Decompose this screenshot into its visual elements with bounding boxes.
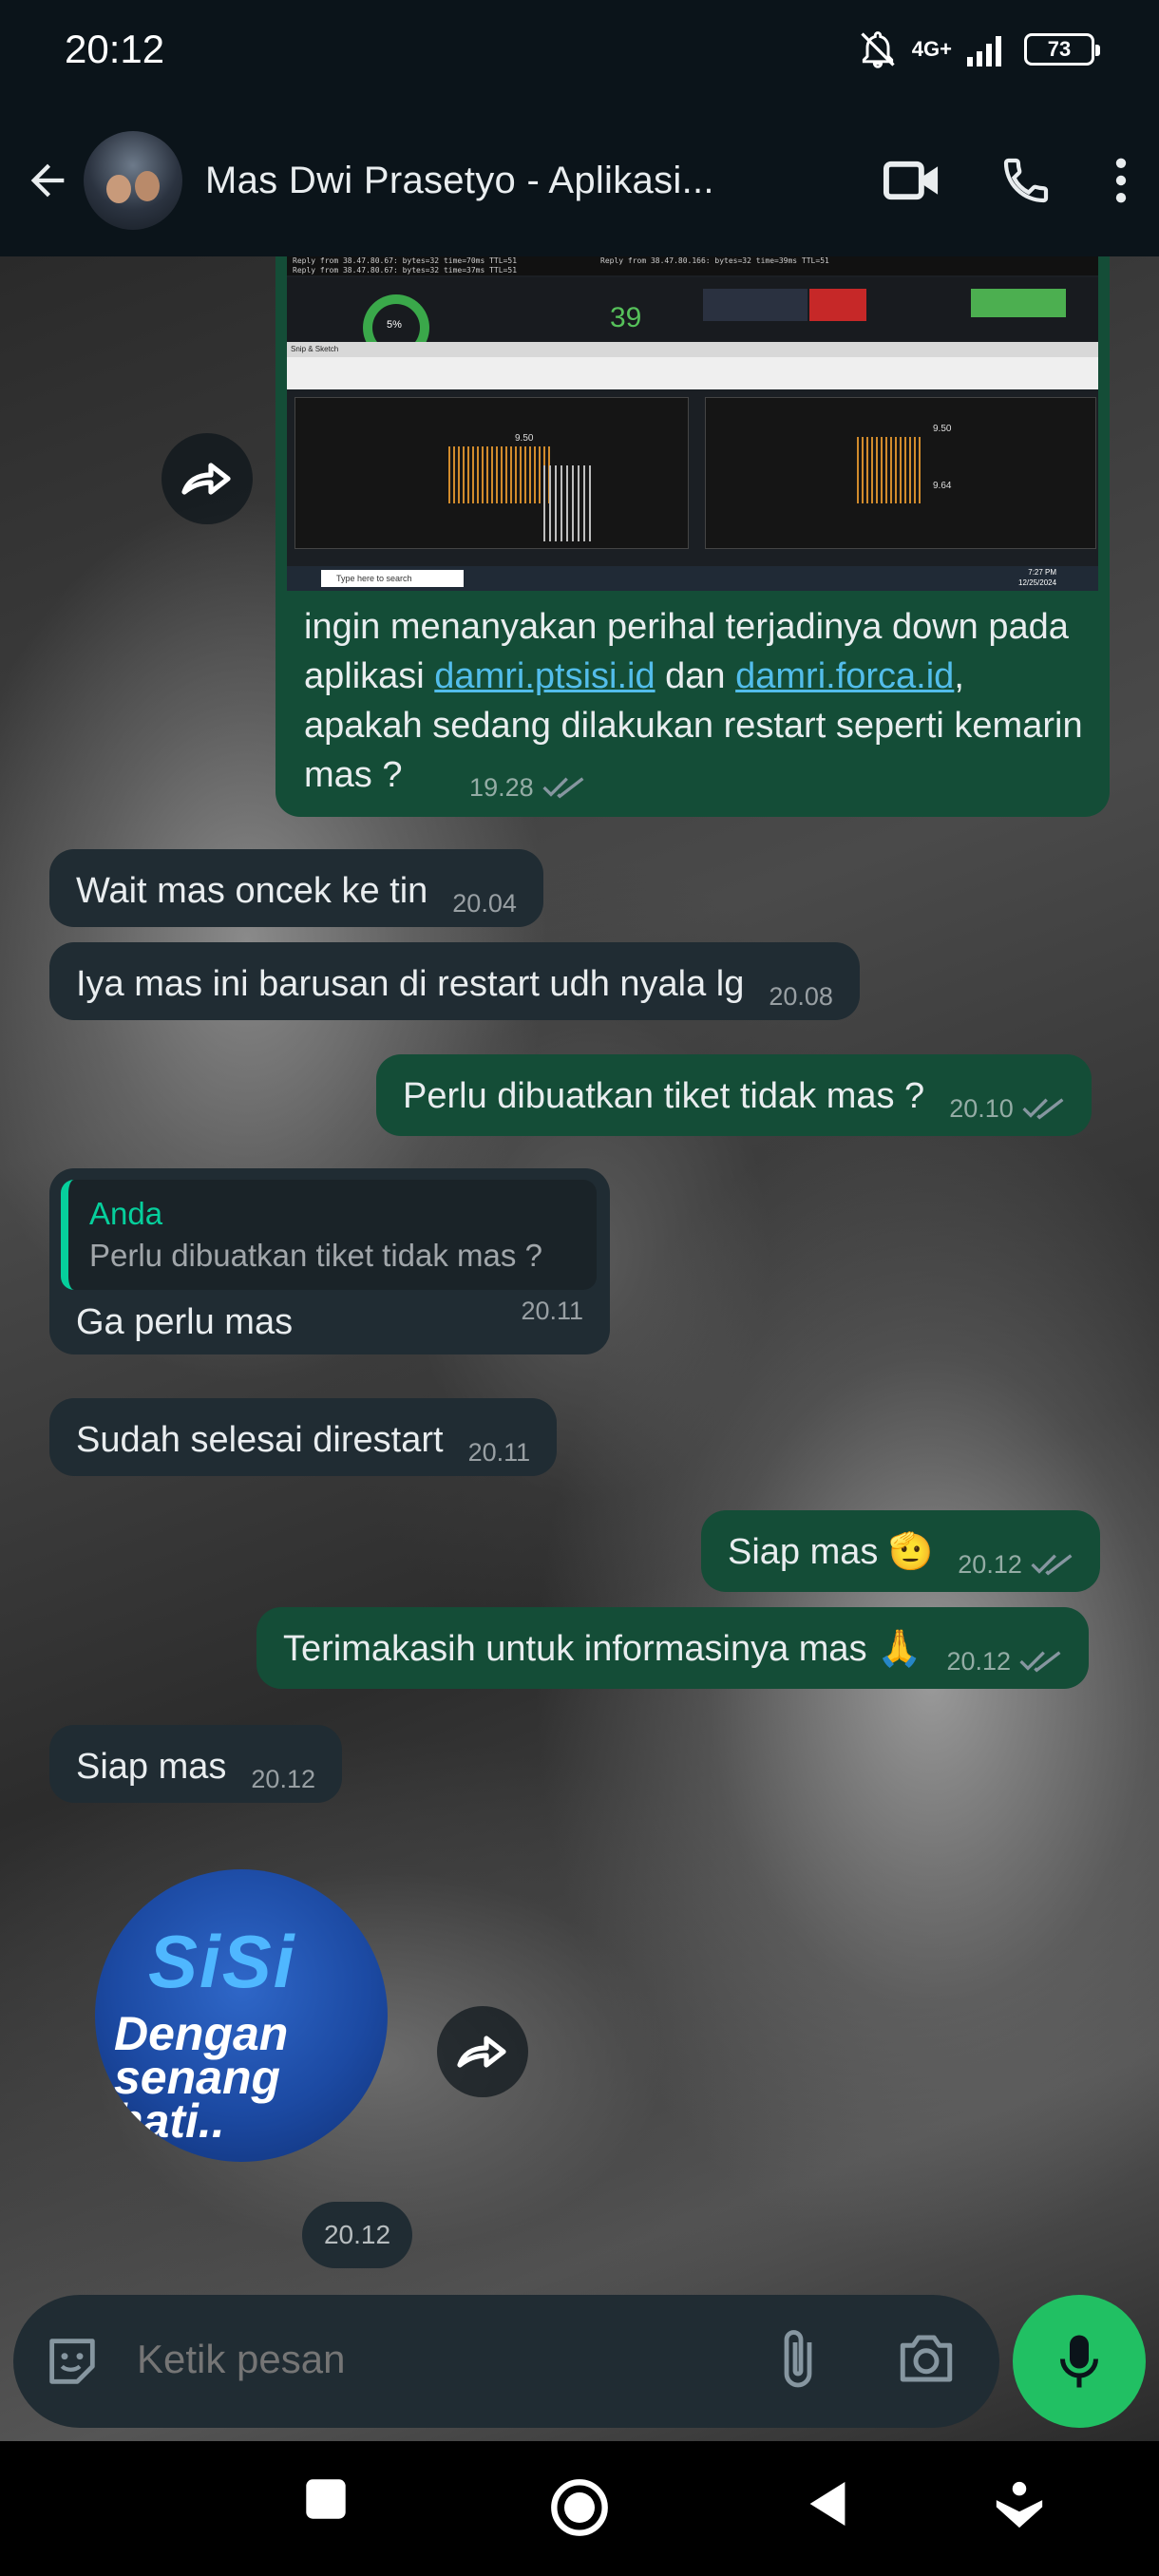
emoji-button[interactable] xyxy=(42,2331,103,2396)
forward-icon xyxy=(181,463,231,495)
home-button[interactable] xyxy=(549,2477,610,2543)
sticker-text: Dengan senang hati.. xyxy=(114,2007,289,2148)
quoted-message[interactable]: Anda Perlu dibuatkan tiket tidak mas ? xyxy=(61,1180,597,1290)
assistant-button[interactable] xyxy=(992,2477,1047,2537)
status-time: 20:12 xyxy=(65,27,165,71)
ticks-icon xyxy=(1019,1651,1061,1673)
network-label: 4G+ xyxy=(911,37,952,61)
message-outgoing[interactable]: Siap mas 🫡 20.12 xyxy=(701,1510,1100,1592)
attach-button[interactable] xyxy=(773,2325,823,2398)
home-circle-icon xyxy=(551,2479,608,2536)
more-icon xyxy=(1115,158,1127,203)
recents-button[interactable] xyxy=(304,2477,348,2526)
square-icon xyxy=(306,2479,346,2519)
image-message[interactable]: Reply from 38.47.80.67: bytes=32 time=70… xyxy=(276,256,1110,817)
message-incoming[interactable]: Wait mas oncek ke tin 20.04 xyxy=(49,849,543,927)
chat-header: Mas Dwi Prasetyo - Aplikasi... xyxy=(0,104,1159,256)
system-nav-bar xyxy=(0,2441,1159,2576)
message-composer[interactable] xyxy=(13,2295,999,2428)
signal-icon xyxy=(967,36,1001,66)
emoji-icon xyxy=(49,2339,95,2384)
battery-indicator: 73 xyxy=(1024,33,1100,66)
chat-area[interactable]: Reply from 38.47.80.67: bytes=32 time=70… xyxy=(0,256,1159,2441)
chat-title[interactable]: Mas Dwi Prasetyo - Aplikasi... xyxy=(205,160,737,202)
message-meta: 19.28 xyxy=(469,763,585,812)
voice-call-button[interactable] xyxy=(969,133,1083,228)
camera-icon xyxy=(900,2335,953,2382)
screenshot-image[interactable]: Reply from 38.47.80.67: bytes=32 time=70… xyxy=(287,256,1098,591)
mic-icon xyxy=(1060,2335,1098,2388)
sticker-logo: SiSi xyxy=(148,1920,296,2003)
attach-icon xyxy=(784,2330,812,2388)
sticker-time: 20.12 xyxy=(302,2202,412,2268)
triangle-back-icon xyxy=(809,2482,846,2526)
more-options-button[interactable] xyxy=(1083,133,1159,228)
accessibility-icon xyxy=(996,2481,1043,2529)
status-bar: 20:12 4G+ 73 xyxy=(0,0,1159,104)
forward-button[interactable] xyxy=(437,2006,528,2097)
link-damri-ptsisi[interactable]: damri.ptsisi.id xyxy=(434,656,655,696)
message-incoming[interactable]: Iya mas ini barusan di restart udh nyala… xyxy=(49,942,860,1020)
camera-button[interactable] xyxy=(895,2329,958,2393)
video-call-button[interactable] xyxy=(855,133,969,228)
message-input[interactable] xyxy=(137,2337,745,2382)
message-outgoing[interactable]: Terimakasih untuk informasinya mas 🙏 20.1… xyxy=(256,1607,1090,1689)
ticks-icon xyxy=(542,777,584,799)
image-caption: ingin menanyakan perihal terjadinya down… xyxy=(304,602,1083,812)
link-damri-forca[interactable]: damri.forca.id xyxy=(735,656,954,696)
ticks-icon xyxy=(1022,1098,1064,1120)
message-incoming-reply[interactable]: Anda Perlu dibuatkan tiket tidak mas ? G… xyxy=(49,1168,610,1354)
sticker-message[interactable]: SiSi Dengan senang hati.. xyxy=(95,1869,388,2162)
bell-muted-icon xyxy=(861,31,895,68)
forward-button[interactable] xyxy=(162,433,253,524)
forward-icon xyxy=(457,2036,506,2068)
contact-avatar[interactable] xyxy=(84,131,182,230)
video-call-icon xyxy=(883,161,939,200)
ticks-icon xyxy=(1031,1554,1073,1576)
back-arrow-icon xyxy=(30,163,65,198)
message-incoming[interactable]: Siap mas 20.12 xyxy=(49,1725,342,1803)
back-nav-button[interactable] xyxy=(806,2477,849,2535)
phone-icon xyxy=(1003,158,1049,203)
message-incoming[interactable]: Sudah selesai direstart 20.11 xyxy=(49,1398,558,1476)
back-button[interactable] xyxy=(13,146,82,215)
message-outgoing[interactable]: Perlu dibuatkan tiket tidak mas ? 20.10 xyxy=(376,1054,1092,1136)
voice-record-button[interactable] xyxy=(1013,2295,1146,2428)
